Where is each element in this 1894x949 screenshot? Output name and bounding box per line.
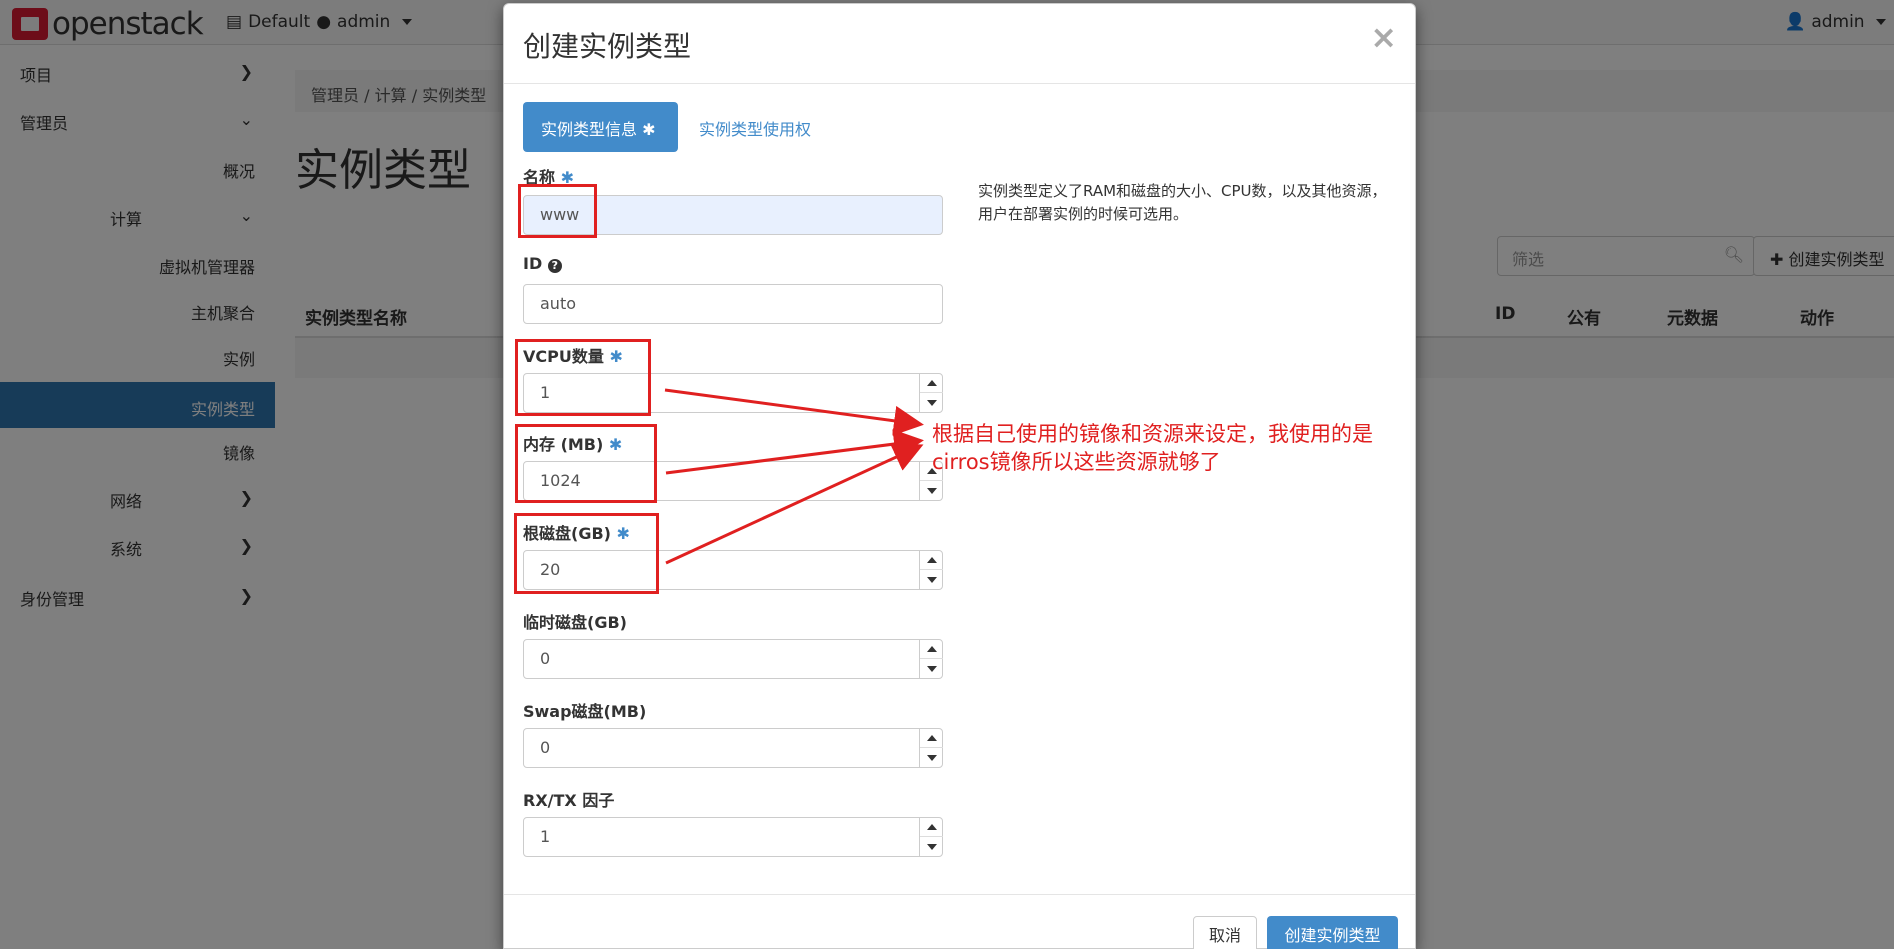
spin-down-icon[interactable] — [927, 577, 937, 583]
annotation-box-name — [518, 184, 597, 238]
rxtx-factor-label: RX/TX 因子 — [523, 787, 614, 811]
spin-divider — [920, 658, 943, 659]
spin-down-icon[interactable] — [927, 400, 937, 406]
vcpu-stepper[interactable] — [919, 373, 943, 413]
ephemeral-disk-label: 临时磁盘(GB) — [523, 609, 627, 633]
spin-divider — [920, 480, 943, 481]
cancel-button[interactable]: 取消 — [1193, 916, 1257, 949]
annotation-box-ram — [515, 424, 657, 503]
annotation-box-vcpu — [515, 339, 651, 416]
question-circle-icon[interactable]: ? — [548, 259, 562, 273]
flavor-help-text: 实例类型定义了RAM和磁盘的大小、CPU数，以及其他资源，用户在部署实例的时候可… — [978, 180, 1398, 226]
id-input[interactable]: auto — [523, 284, 943, 324]
spin-up-icon[interactable] — [927, 380, 937, 386]
spin-down-icon[interactable] — [927, 488, 937, 494]
spin-down-icon[interactable] — [927, 666, 937, 672]
swap-disk-label: Swap磁盘(MB) — [523, 698, 646, 722]
swap-disk-input[interactable]: 0 — [523, 728, 943, 768]
modal-title: 创建实例类型 — [523, 25, 691, 65]
spin-up-icon[interactable] — [927, 824, 937, 830]
ephemeral-disk-stepper[interactable] — [919, 639, 943, 679]
tab-flavor-access[interactable]: 实例类型使用权 — [681, 102, 829, 152]
modal-header: 创建实例类型 × — [504, 4, 1415, 84]
ephemeral-disk-input[interactable]: 0 — [523, 639, 943, 679]
annotation-note: 根据自己使用的镜像和资源来设定，我使用的是cirros镜像所以这些资源就够了 — [932, 420, 1402, 476]
tab-label: 实例类型使用权 — [699, 120, 811, 139]
annotation-box-root-disk — [514, 513, 659, 594]
spin-up-icon[interactable] — [927, 557, 937, 563]
required-icon: ✱ — [642, 120, 655, 139]
id-label-text: ID — [523, 254, 542, 273]
spin-divider — [920, 392, 943, 393]
swap-disk-stepper[interactable] — [919, 728, 943, 768]
id-label: ID ? — [523, 254, 562, 273]
root-disk-stepper[interactable] — [919, 550, 943, 590]
spin-down-icon[interactable] — [927, 755, 937, 761]
rxtx-factor-stepper[interactable] — [919, 817, 943, 857]
spin-divider — [920, 747, 943, 748]
spin-divider — [920, 569, 943, 570]
rxtx-factor-input[interactable]: 1 — [523, 817, 943, 857]
create-flavor-submit-button[interactable]: 创建实例类型 — [1267, 916, 1398, 949]
spin-divider — [920, 836, 943, 837]
spin-up-icon[interactable] — [927, 646, 937, 652]
tab-flavor-info[interactable]: 实例类型信息 ✱ — [523, 102, 678, 152]
spin-up-icon[interactable] — [927, 735, 937, 741]
close-icon[interactable]: × — [1370, 18, 1397, 56]
tab-label: 实例类型信息 — [541, 120, 637, 139]
spin-down-icon[interactable] — [927, 844, 937, 850]
